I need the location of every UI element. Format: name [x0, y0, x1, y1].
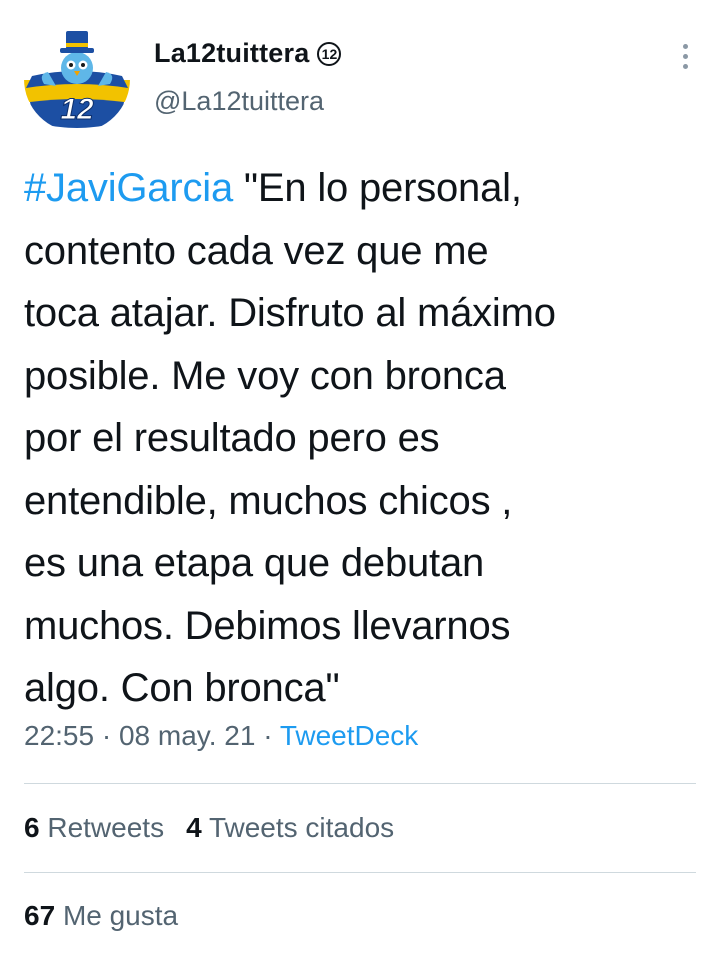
likes-count: 67: [24, 900, 56, 931]
bird-mascot-avatar-icon: 12: [24, 31, 130, 128]
tweet-text-line: posible. Me voy con bronca: [24, 353, 506, 398]
more-vertical-icon-dot: [682, 63, 688, 69]
more-vertical-icon: [682, 43, 688, 49]
tweet-header: 12 La12tuittera 12 @La12tuittera: [24, 26, 695, 136]
tweet-text-line: muchos. Debimos llevarnos: [24, 603, 511, 648]
tweet-date[interactable]: 08 may. 21: [119, 720, 255, 751]
tweet-text-line: toca atajar. Disfruto al máximo: [24, 291, 556, 335]
divider: [24, 872, 696, 873]
avatar[interactable]: 12: [24, 26, 130, 132]
likes-stats-row: 67 Me gusta: [24, 900, 178, 932]
retweet-stats-row: 6 Retweets 4 Tweets citados: [24, 812, 394, 844]
meta-separator: ·: [101, 720, 112, 751]
retweets-count: 6: [24, 812, 40, 843]
more-options-button[interactable]: [675, 38, 695, 74]
likes-stat[interactable]: 67 Me gusta: [24, 900, 178, 931]
quotes-stat[interactable]: 4 Tweets citados: [186, 812, 394, 843]
more-vertical-icon-dot: [682, 53, 688, 59]
tweet-text-line: contento cada vez que me: [24, 228, 489, 273]
hashtag-link[interactable]: #JaviGarcia: [24, 166, 233, 210]
tweet-text: #JaviGarcia "En lo personal, contento ca…: [24, 157, 696, 720]
tweet-text-line: es una etapa que debutan: [24, 541, 485, 585]
author-name-badge: 12: [317, 41, 342, 66]
avatar-number: 12: [60, 93, 94, 126]
tweet-text-line: por el resultado pero es: [24, 416, 440, 460]
tweet-text-line: algo. Con bronca": [24, 666, 340, 710]
quotes-label: Tweets citados: [208, 812, 395, 843]
author-name-row: La12tuittera 12: [154, 38, 342, 69]
author-handle[interactable]: @La12tuittera: [154, 86, 324, 117]
author-display-name[interactable]: La12tuittera: [154, 38, 309, 69]
tweet-source-app[interactable]: TweetDeck: [280, 720, 419, 751]
meta-separator: ·: [263, 720, 273, 751]
tweet-time[interactable]: 22:55: [24, 720, 94, 751]
retweets-stat[interactable]: 6 Retweets: [24, 812, 164, 843]
quotes-count: 4: [186, 812, 202, 843]
tweet-text-line: #JaviGarcia "En lo personal,: [24, 157, 696, 220]
tweet-text-segment: "En lo personal,: [233, 166, 522, 210]
tweet-meta: 22:55 · 08 may. 21 · TweetDeck: [24, 720, 418, 752]
likes-label: Me gusta: [62, 900, 179, 931]
divider: [24, 783, 696, 784]
tweet-text-line: entendible, muchos chicos ,: [24, 478, 513, 523]
retweets-label: Retweets: [47, 812, 165, 843]
